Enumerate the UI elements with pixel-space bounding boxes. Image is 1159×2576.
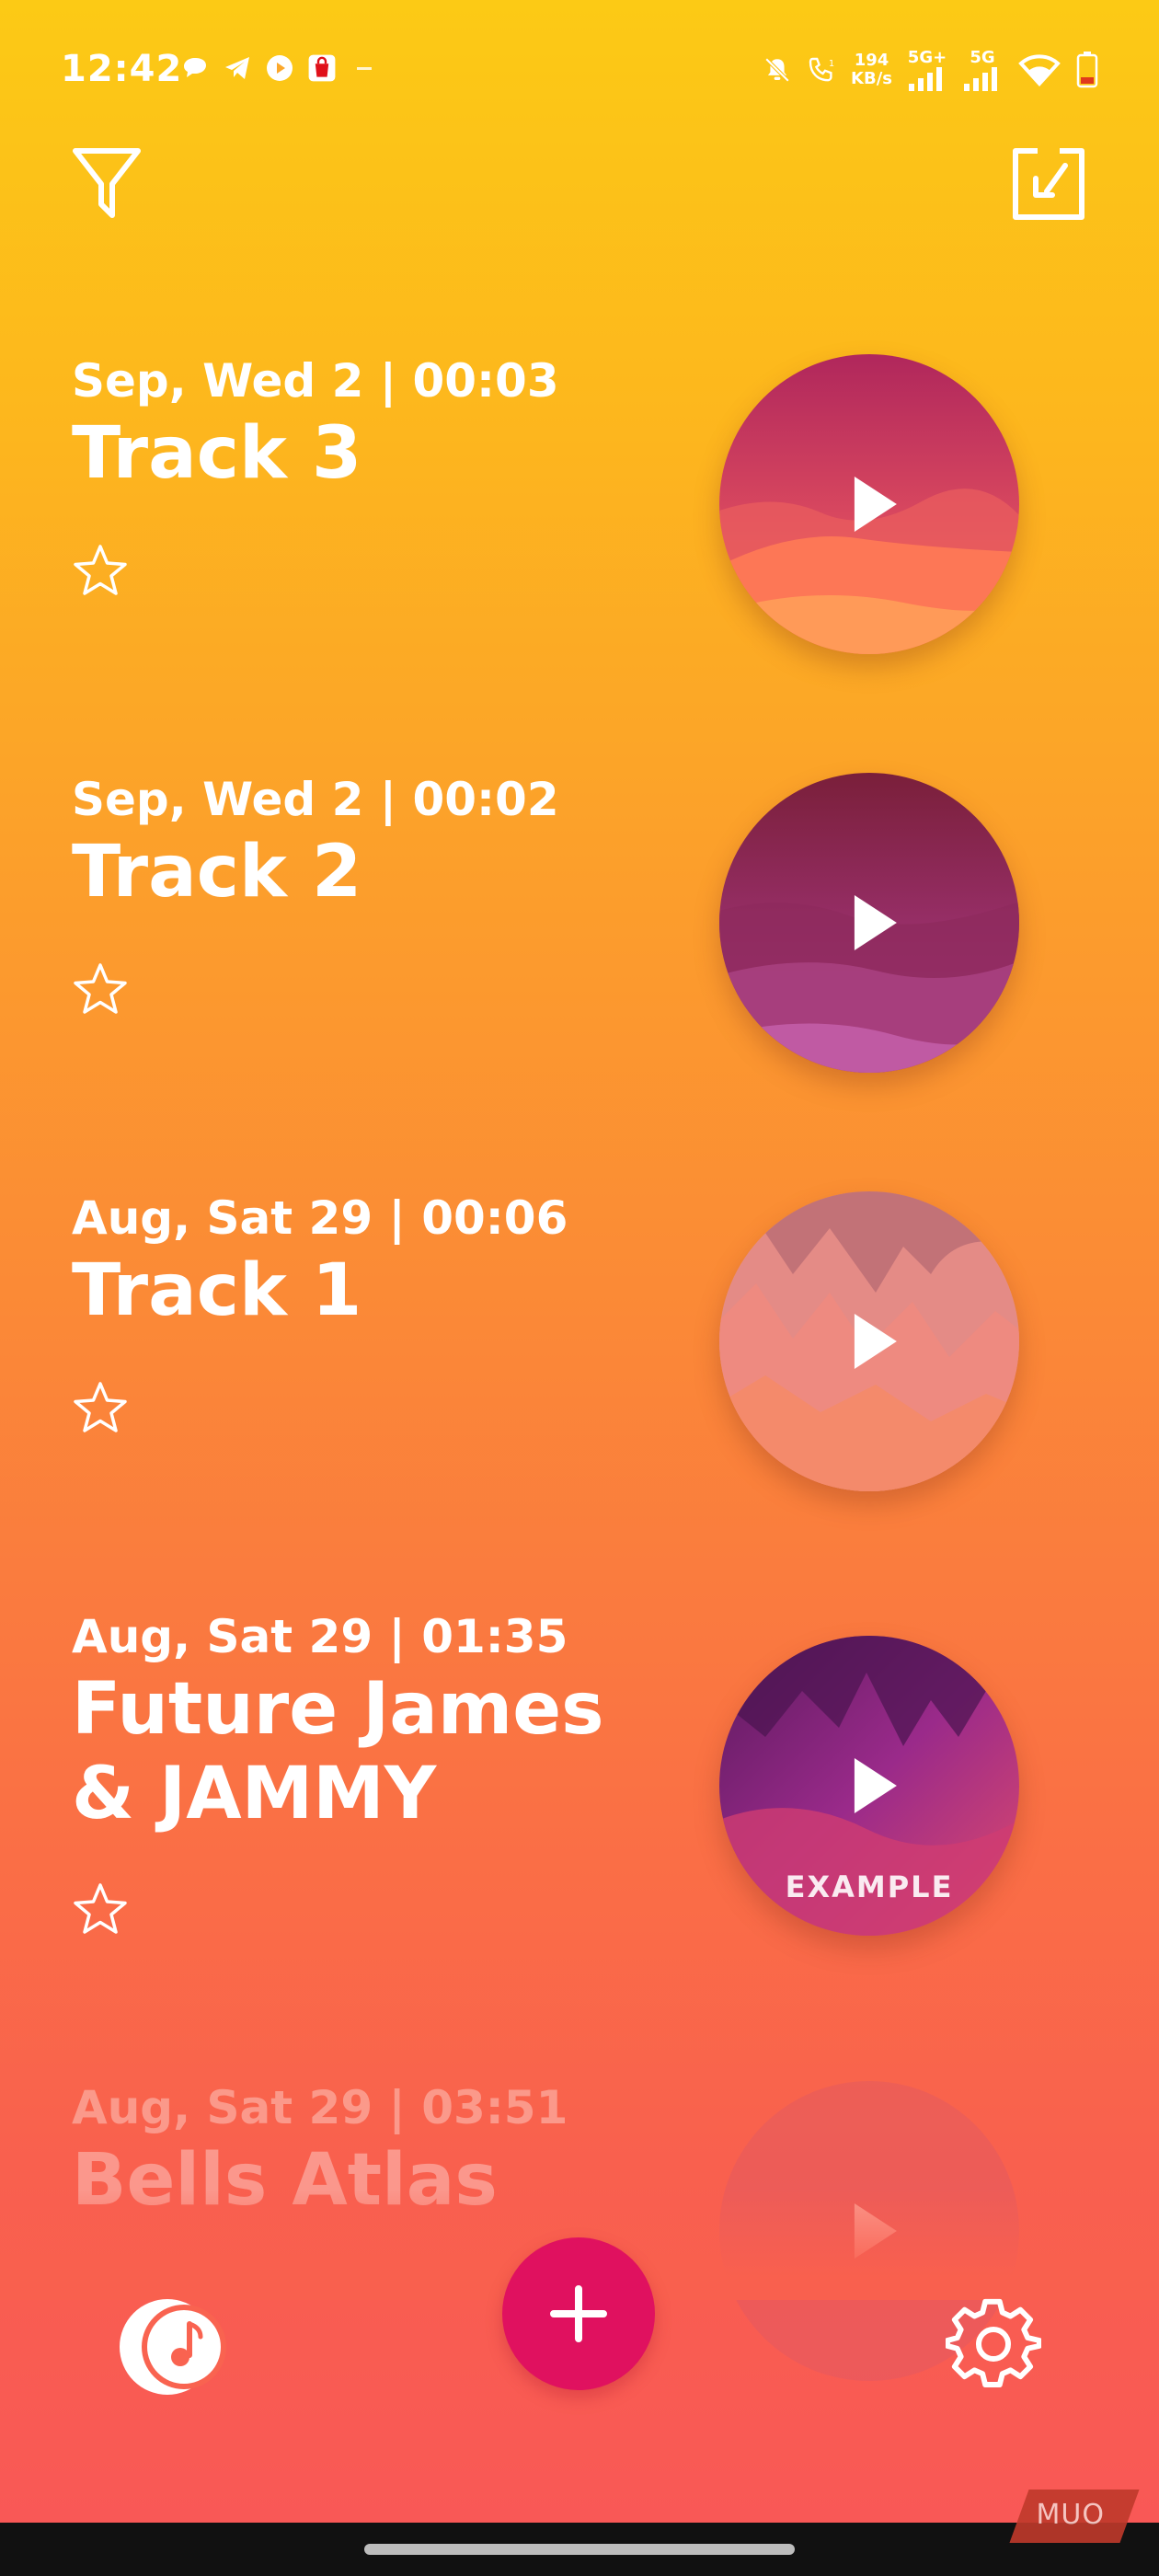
track-title: Track 3 — [72, 412, 362, 495]
gear-icon — [945, 2298, 1042, 2387]
track-title: Track 2 — [72, 831, 362, 914]
status-bar: 12:42 1 194 KB/s 5G+ 5G — [0, 0, 1159, 147]
plus-icon — [550, 2285, 607, 2342]
network-speed-unit: KB/s — [851, 68, 892, 88]
track-date: Aug, Sat 29 | 00:06 — [72, 1191, 568, 1245]
shopping-bag-icon — [307, 53, 337, 83]
filter-icon — [73, 148, 141, 218]
track-date: Sep, Wed 2 | 00:02 — [72, 773, 559, 826]
track-play-button[interactable] — [719, 354, 1019, 654]
call-icon: 1 — [807, 55, 836, 85]
import-icon — [1013, 148, 1084, 220]
signal-bars-icon — [964, 67, 997, 91]
track-item[interactable]: Aug, Sat 29 | 01:35 Future James & JAMMY… — [0, 1610, 1159, 1996]
play-icon — [854, 1314, 897, 1369]
battery-icon — [1076, 51, 1098, 87]
play-icon — [854, 477, 897, 532]
signal-5g: 5G — [962, 48, 1003, 91]
library-button[interactable] — [120, 2296, 230, 2398]
mute-icon — [763, 55, 792, 85]
home-gesture-handle[interactable] — [364, 2544, 795, 2555]
track-date: Aug, Sat 29 | 03:51 — [72, 2081, 568, 2134]
youtube-icon — [265, 53, 294, 83]
track-title: Track 1 — [72, 1249, 362, 1332]
more-notifications-icon — [350, 53, 379, 83]
telegram-icon — [223, 53, 252, 83]
track-item[interactable]: Sep, Wed 2 | 00:02 Track 2 — [0, 773, 1159, 1122]
play-icon — [854, 1758, 897, 1813]
track-item[interactable]: Aug, Sat 29 | 00:06 Track 1 — [0, 1191, 1159, 1541]
notification-icons — [180, 53, 379, 83]
watermark-logo: MUO — [1009, 2490, 1140, 2543]
star-icon[interactable] — [72, 543, 129, 600]
track-item[interactable]: Sep, Wed 2 | 00:03 Track 3 — [0, 354, 1159, 704]
network-speed-value: 194 — [854, 50, 889, 70]
signal-bars-icon — [909, 67, 942, 91]
status-time: 12:42 — [61, 48, 183, 90]
example-badge: EXAMPLE — [785, 1869, 954, 1904]
signal-label: 5G+ — [907, 48, 947, 67]
track-date: Sep, Wed 2 | 00:03 — [72, 354, 559, 408]
wifi-icon — [1017, 53, 1061, 86]
music-library-icon — [120, 2299, 226, 2395]
watermark-text: MUO — [1036, 2499, 1106, 2531]
star-icon[interactable] — [72, 961, 129, 1018]
track-play-button[interactable]: EXAMPLE — [719, 1636, 1019, 1936]
system-icons: 1 194 KB/s 5G+ 5G — [763, 48, 1098, 91]
track-play-button[interactable] — [719, 773, 1019, 1073]
signal-label: 5G — [970, 48, 995, 67]
network-speed: 194 KB/s — [851, 50, 892, 88]
star-icon[interactable] — [72, 1380, 129, 1437]
svg-text:1: 1 — [829, 59, 834, 69]
import-button[interactable] — [1003, 138, 1095, 230]
track-title: Future James & JAMMY — [72, 1668, 604, 1835]
chat-bubble-icon — [180, 53, 210, 83]
play-icon — [854, 895, 897, 950]
track-date: Aug, Sat 29 | 01:35 — [72, 1610, 568, 1663]
star-icon[interactable] — [72, 1881, 129, 1938]
filter-button[interactable] — [61, 138, 153, 230]
signal-5g-plus: 5G+ — [907, 48, 947, 91]
add-track-button[interactable] — [502, 2237, 655, 2390]
track-play-button[interactable] — [719, 1191, 1019, 1491]
settings-button[interactable] — [945, 2296, 1042, 2392]
